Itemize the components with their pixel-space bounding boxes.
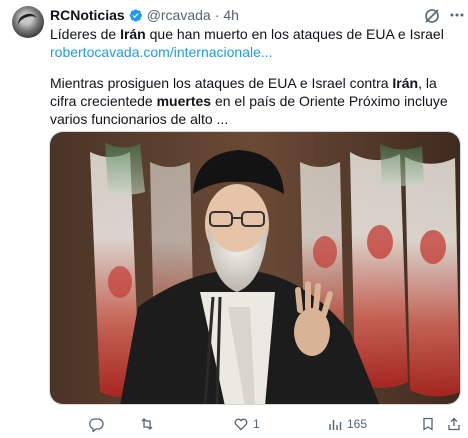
share-icon: [448, 417, 460, 431]
separator-dot: ·: [214, 7, 220, 23]
photo-illustration: [50, 132, 460, 404]
article-link[interactable]: robertocavada.com/internacionale...: [50, 44, 273, 60]
avatar[interactable]: [12, 6, 44, 38]
bookmark-button[interactable]: [420, 414, 436, 434]
share-button[interactable]: [446, 414, 462, 434]
verified-badge-icon: [128, 8, 143, 23]
more-icon[interactable]: [449, 5, 465, 25]
author-handle[interactable]: @rcavada: [147, 7, 211, 23]
views-button[interactable]: 165: [327, 414, 367, 434]
tweet-actions: 1 165: [50, 414, 462, 434]
reply-button[interactable]: [88, 414, 108, 434]
timestamp[interactable]: 4h: [223, 7, 239, 23]
tweet-image[interactable]: [49, 131, 461, 405]
grok-icon[interactable]: [423, 7, 441, 25]
body-bold: Irán: [392, 75, 419, 91]
like-button[interactable]: 1: [233, 414, 260, 434]
views-count: 165: [347, 417, 368, 431]
like-count: 1: [253, 417, 260, 431]
body-text: Mientras prosiguen los ataques de EUA e …: [50, 75, 393, 91]
tweet-body: Mientras prosiguen los ataques de EUA e …: [50, 74, 462, 128]
retweet-button[interactable]: [139, 414, 159, 434]
reply-icon: [89, 418, 104, 432]
like-icon: [234, 418, 248, 431]
tweet-header: RCNoticias @rcavada · 4h: [50, 6, 239, 24]
tweet-text-line: Líderes de Irán que han muerto en los at…: [50, 26, 444, 42]
body-bold: muertes: [156, 93, 212, 109]
author-name[interactable]: RCNoticias: [50, 7, 125, 23]
views-icon: [329, 420, 342, 430]
tweet-text: Líderes de: [50, 26, 121, 42]
tweet-text-bold: Irán: [120, 26, 146, 42]
bookmark-icon: [423, 417, 433, 431]
tweet-text: que han muerto en los ataques de EUA e I…: [145, 26, 444, 42]
retweet-icon: [141, 418, 153, 430]
